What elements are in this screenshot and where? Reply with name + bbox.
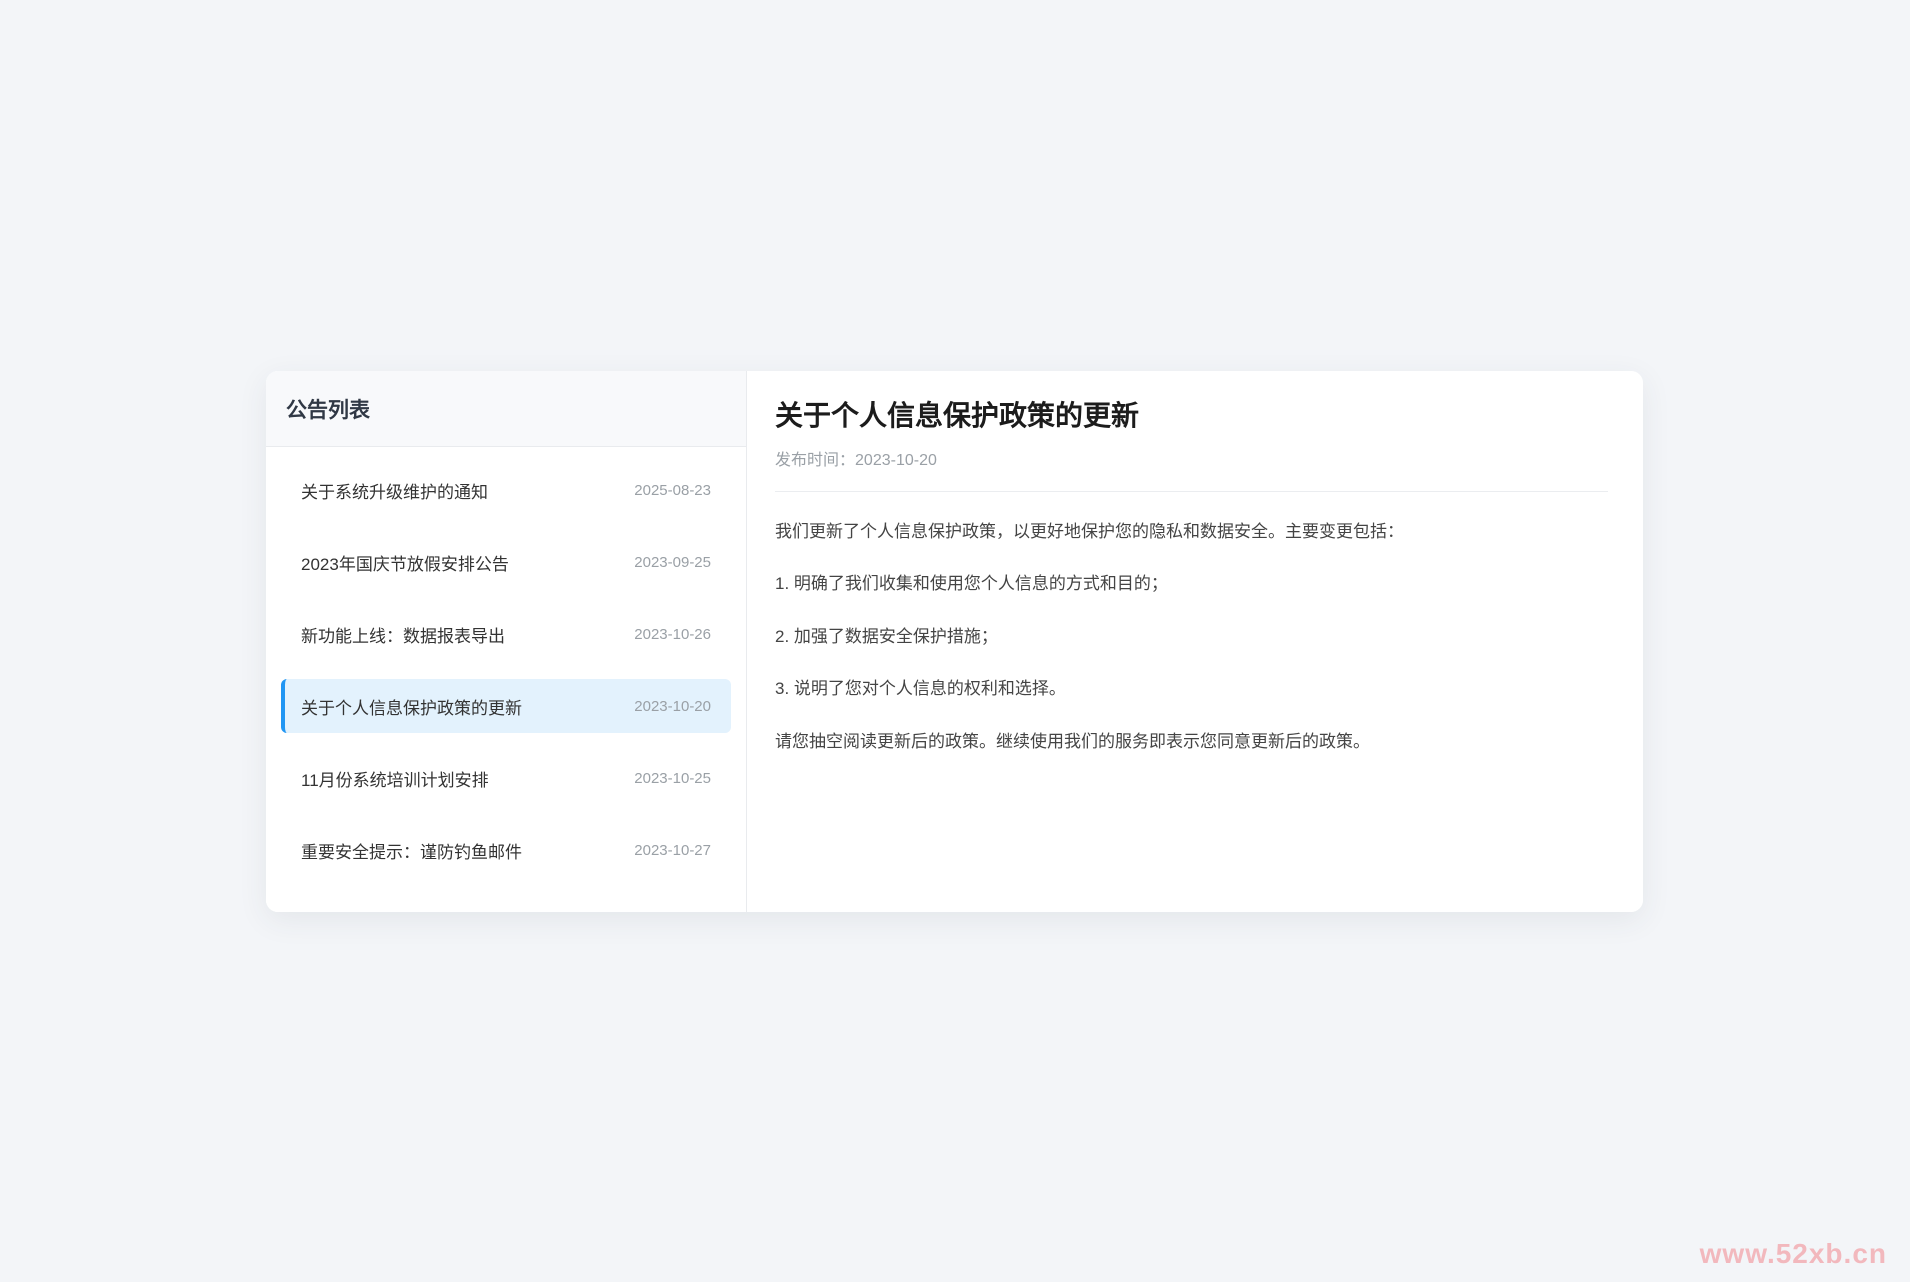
announcement-list-panel: 公告列表 关于系统升级维护的通知 2025-08-23 2023年国庆节放假安排… <box>266 371 747 912</box>
list-item-date: 2023-10-26 <box>634 626 711 643</box>
publish-time-label: 发布时间： <box>775 452 855 469</box>
list-item[interactable]: 2023年国庆节放假安排公告 2023-09-25 <box>281 535 731 589</box>
detail-paragraph: 我们更新了个人信息保护政策，以更好地保护您的隐私和数据安全。主要变更包括： <box>775 519 1608 545</box>
detail-paragraph: 3. 说明了您对个人信息的权利和选择。 <box>775 676 1608 702</box>
divider <box>775 491 1608 492</box>
detail-paragraph: 1. 明确了我们收集和使用您个人信息的方式和目的； <box>775 571 1608 597</box>
announcement-card: 公告列表 关于系统升级维护的通知 2025-08-23 2023年国庆节放假安排… <box>266 371 1643 912</box>
announcement-list: 关于系统升级维护的通知 2025-08-23 2023年国庆节放假安排公告 20… <box>266 447 746 912</box>
list-item-title: 新功能上线：数据报表导出 <box>301 622 505 647</box>
publish-time: 发布时间：2023-10-20 <box>775 446 1608 470</box>
list-item[interactable]: 重要安全提示：谨防钓鱼邮件 2023-10-27 <box>281 823 731 877</box>
detail-title: 关于个人信息保护政策的更新 <box>775 399 1608 433</box>
detail-paragraph: 请您抽空阅读更新后的政策。继续使用我们的服务即表示您同意更新后的政策。 <box>775 729 1608 755</box>
announcement-list-title: 公告列表 <box>286 394 370 424</box>
list-item-title: 重要安全提示：谨防钓鱼邮件 <box>301 838 522 863</box>
announcement-detail-panel: 关于个人信息保护政策的更新 发布时间：2023-10-20 我们更新了个人信息保… <box>747 371 1643 912</box>
list-item-date: 2023-10-20 <box>634 698 711 715</box>
publish-time-value: 2023-10-20 <box>855 452 937 469</box>
list-item-date: 2023-10-25 <box>634 770 711 787</box>
list-item-date: 2025-08-23 <box>634 482 711 499</box>
list-item-title: 2023年国庆节放假安排公告 <box>301 550 509 575</box>
list-item[interactable]: 11月份系统培训计划安排 2023-10-25 <box>281 751 731 805</box>
list-item-title: 关于系统升级维护的通知 <box>301 478 488 503</box>
list-item[interactable]: 新功能上线：数据报表导出 2023-10-26 <box>281 607 731 661</box>
list-item-date: 2023-10-27 <box>634 842 711 859</box>
list-item-selected[interactable]: 关于个人信息保护政策的更新 2023-10-20 <box>281 679 731 733</box>
list-item[interactable]: 关于系统升级维护的通知 2025-08-23 <box>281 463 731 517</box>
list-item-date: 2023-09-25 <box>634 554 711 571</box>
watermark: www.52xb.cn <box>1700 1238 1887 1270</box>
list-item-title: 关于个人信息保护政策的更新 <box>301 694 522 719</box>
list-item-title: 11月份系统培训计划安排 <box>301 766 489 791</box>
announcement-list-header: 公告列表 <box>266 371 746 447</box>
detail-paragraph: 2. 加强了数据安全保护措施； <box>775 624 1608 650</box>
